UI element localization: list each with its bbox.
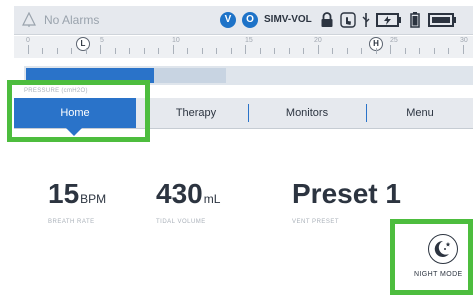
breath-rate-unit: BPM	[80, 192, 107, 206]
oxygen-badge: O	[242, 12, 258, 28]
ruler-tick	[347, 48, 348, 54]
battery-full-icon	[428, 13, 456, 27]
low-limit-marker[interactable]: L	[76, 37, 90, 51]
ruler-tick-label: 5	[100, 37, 104, 44]
home-tab-highlight	[7, 80, 150, 142]
ruler-tick	[289, 48, 290, 54]
ruler-tick-label: 15	[245, 37, 253, 44]
alarm-status-text[interactable]: No Alarms	[44, 13, 99, 27]
night-mode-button[interactable]	[428, 234, 458, 264]
ruler-tick	[361, 48, 362, 54]
ruler-tick-label: 0	[26, 37, 30, 44]
ruler-tick	[231, 48, 232, 54]
ruler-tick	[216, 48, 217, 54]
ruler-tick	[71, 48, 72, 54]
ruler-tick	[303, 48, 304, 54]
ruler-tick	[202, 48, 203, 54]
tidal-volume-value: 430mL	[156, 180, 220, 213]
tidal-volume-label: TIDAL VOLUME	[156, 219, 206, 225]
tab-menu[interactable]: Menu	[367, 98, 473, 128]
ventilation-type-badge: V	[220, 12, 236, 28]
status-bar: No Alarms V O SIMV-VOL	[14, 6, 473, 35]
ruler-tick	[274, 48, 275, 54]
ruler-tick	[158, 48, 159, 54]
vent-preset-name: Preset 1	[292, 178, 401, 209]
ruler-tick	[390, 45, 391, 54]
timeline-ruler: 0 5 10 15 20 25 30 L H	[14, 36, 473, 58]
ruler-tick	[42, 48, 43, 54]
tab-therapy[interactable]: Therapy	[144, 98, 248, 128]
ruler-tick	[463, 45, 464, 54]
vent-preset-label: VENT PRESET	[292, 219, 340, 225]
tidal-volume-number: 430	[156, 178, 203, 209]
vent-preset-value[interactable]: Preset 1	[292, 180, 401, 208]
hand-touch-icon[interactable]	[340, 12, 356, 28]
ruler-tick	[115, 48, 116, 54]
night-mode-label: NIGHT MODE	[414, 271, 463, 278]
ruler-tick	[57, 48, 58, 54]
ruler-tick	[419, 48, 420, 54]
vent-mode-label: SIMV-VOL	[264, 14, 312, 25]
ventilator-screen: No Alarms V O SIMV-VOL 0 5 10 15 20 25 3…	[0, 0, 473, 295]
ruler-tick-label: 30	[460, 37, 468, 44]
ruler-tick	[376, 48, 377, 54]
ruler-tick	[405, 48, 406, 54]
ruler-tick	[28, 45, 29, 54]
breath-rate-value: 15BPM	[48, 180, 106, 213]
ruler-tick-label: 20	[314, 37, 322, 44]
ruler-tick	[318, 45, 319, 54]
ruler-tick	[100, 45, 101, 54]
moon-stars-icon	[434, 240, 451, 257]
internal-battery-icon	[410, 12, 420, 28]
external-battery-icon	[376, 13, 401, 27]
usb-icon	[362, 13, 370, 27]
breath-rate-label: BREATH RATE	[48, 219, 95, 225]
ruler-tick	[173, 45, 174, 54]
ruler-tick	[129, 48, 130, 54]
ruler-tick	[187, 48, 188, 54]
ruler-tick-label: 10	[172, 37, 180, 44]
breath-rate-number: 15	[48, 178, 80, 209]
ruler-tick	[144, 48, 145, 54]
ruler-tick-label: 25	[390, 37, 398, 44]
lock-icon[interactable]	[320, 12, 334, 28]
ruler-tick	[86, 48, 87, 54]
tidal-volume-unit: mL	[203, 192, 221, 206]
ruler-tick	[434, 48, 435, 54]
tab-monitors[interactable]: Monitors	[249, 98, 365, 128]
ruler-tick	[245, 45, 246, 54]
ruler-tick	[260, 48, 261, 54]
ruler-tick	[332, 48, 333, 54]
ruler-tick	[448, 48, 449, 54]
bell-icon	[22, 12, 36, 27]
pressure-bar-peak	[154, 68, 226, 83]
